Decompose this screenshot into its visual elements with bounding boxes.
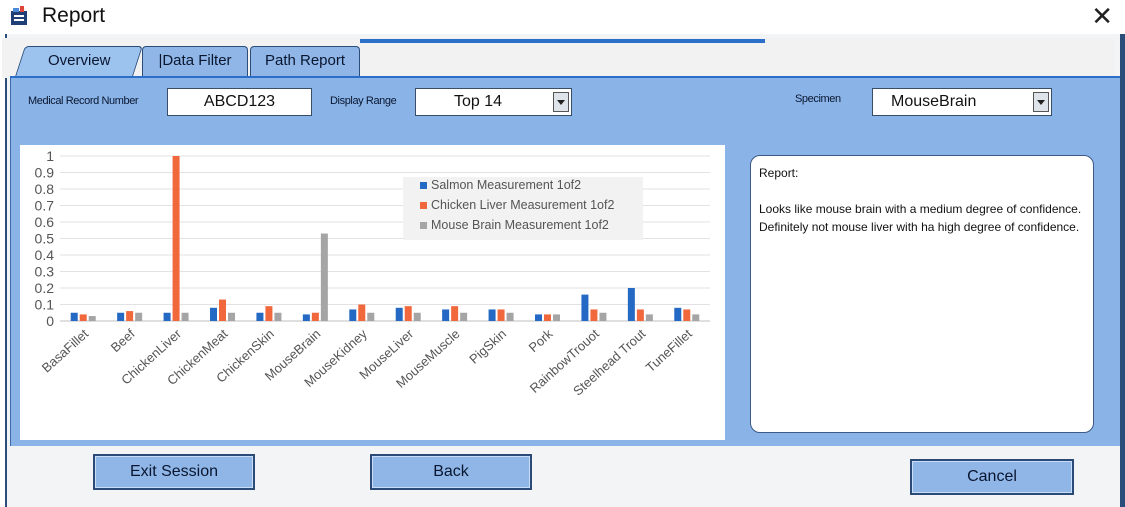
chart-bar: [451, 306, 459, 321]
chart-bar: [79, 314, 87, 321]
y-tick-label: 0.1: [35, 297, 55, 313]
chart-bar: [210, 307, 217, 321]
tab-overview-label: Overview: [47, 52, 111, 69]
medical-record-field[interactable]: ABCD123: [167, 88, 312, 116]
chart-bar: [599, 312, 607, 321]
chevron-down-icon[interactable]: [1033, 92, 1049, 112]
chart-bar: [674, 307, 682, 321]
y-tick-label: 0.6: [35, 214, 55, 230]
display-range-label: Display Range: [330, 95, 397, 107]
chart-bar: [404, 306, 412, 321]
chart-bar: [70, 312, 78, 321]
chevron-down-icon[interactable]: [553, 92, 569, 112]
bar-chart: 00.10.20.30.40.50.60.70.80.91 BasaFillet…: [35, 148, 710, 399]
chart-bar: [117, 312, 125, 321]
panel-top-border: [10, 76, 1120, 78]
x-tick-label: TuneFillet: [643, 326, 695, 375]
chart-bar: [627, 288, 635, 321]
chart-bar: [163, 312, 171, 321]
cancel-button[interactable]: Cancel: [910, 459, 1074, 495]
chart-bar: [320, 233, 328, 321]
report-title: Report:: [759, 166, 799, 180]
chart-bar: [692, 314, 700, 321]
chart-bar: [683, 309, 691, 321]
y-tick-label: 1: [46, 148, 54, 164]
y-tick-label: 0.3: [35, 264, 55, 280]
chart-bar: [590, 309, 598, 321]
y-tick-label: 0.2: [35, 280, 55, 296]
legend-label: Mouse Brain Measurement 1of2: [431, 218, 609, 232]
chart-bar: [88, 316, 96, 321]
title-bar: Report ✕: [0, 0, 1125, 34]
y-tick-label: 0.4: [35, 247, 55, 263]
specimen-label: Specimen: [795, 93, 841, 105]
legend-swatch: [420, 202, 427, 209]
back-button[interactable]: Back: [370, 454, 532, 490]
medical-record-label: Medical Record Number: [28, 95, 139, 107]
x-tick-label: Beef: [108, 326, 138, 355]
y-tick-label: 0.8: [35, 181, 55, 197]
chart-bar: [311, 312, 319, 321]
chart-bar: [367, 312, 375, 321]
chart-bar: [265, 306, 273, 321]
chart-bar: [172, 156, 180, 321]
legend-swatch: [420, 222, 427, 229]
y-tick-label: 0.9: [35, 165, 55, 181]
report-line-1: Looks like mouse brain with a medium deg…: [759, 202, 1082, 216]
chart-bar: [488, 309, 496, 321]
y-tick-label: 0.7: [35, 198, 55, 214]
x-tick-label: BasaFillet: [39, 326, 92, 376]
chart-bar: [506, 312, 514, 321]
close-icon[interactable]: ✕: [1091, 2, 1113, 30]
y-tick-label: 0.5: [35, 231, 55, 247]
chart-bar: [349, 309, 357, 321]
legend-label: Salmon Measurement 1of2: [431, 178, 581, 192]
chart-bar: [302, 314, 310, 321]
tab-path-report[interactable]: Path Report: [250, 46, 360, 76]
chart-bar: [181, 312, 189, 321]
chart-bar: [553, 314, 560, 321]
chart-bar: [126, 311, 134, 321]
chart-area: 0 0.1 0.2 0.3 0.4 0.5 0.6 0.7 0.8 0.9 1 BasaFillet…: [20, 145, 725, 440]
chart-bar: [395, 307, 403, 321]
display-range-dropdown[interactable]: Top 14: [415, 88, 572, 116]
window-title: Report: [42, 4, 106, 27]
specimen-value: MouseBrain: [891, 93, 977, 110]
specimen-dropdown[interactable]: MouseBrain: [872, 88, 1052, 116]
chart-bar: [358, 304, 366, 321]
x-tick-label: PigSkin: [466, 326, 509, 367]
chart-bar: [636, 309, 644, 321]
chart-bar: [413, 312, 421, 321]
report-line-2: Definitely not mouse liver with ha high …: [759, 220, 1080, 234]
tab-strip-accent: [360, 39, 765, 43]
x-tick-label: Pork: [526, 326, 556, 355]
app-report-icon: [11, 6, 27, 25]
chart-bar: [256, 312, 264, 321]
chart-bar: [442, 309, 450, 321]
y-tick-label: 0: [46, 313, 54, 329]
chart-bar: [581, 294, 589, 321]
chart-bar: [535, 314, 542, 321]
exit-session-button[interactable]: Exit Session: [93, 454, 255, 490]
tab-data-filter[interactable]: |Data Filter: [142, 46, 248, 76]
chart-bar: [544, 314, 551, 321]
tab-overview[interactable]: Overview: [15, 46, 143, 76]
chart-bar: [135, 312, 143, 321]
chart-bar: [460, 312, 468, 321]
display-range-value: Top 14: [454, 93, 503, 110]
chart-bar: [219, 299, 226, 321]
chart-bar: [274, 312, 282, 321]
chart-bar: [497, 309, 505, 321]
legend-swatch: [420, 182, 427, 189]
window-edge: [1120, 34, 1125, 507]
report-textbox: Report: Looks like mouse brain with a me…: [750, 155, 1094, 433]
chart-bar: [645, 314, 653, 321]
legend-label: Chicken Liver Measurement 1of2: [431, 198, 614, 212]
chart-bar: [228, 312, 235, 321]
